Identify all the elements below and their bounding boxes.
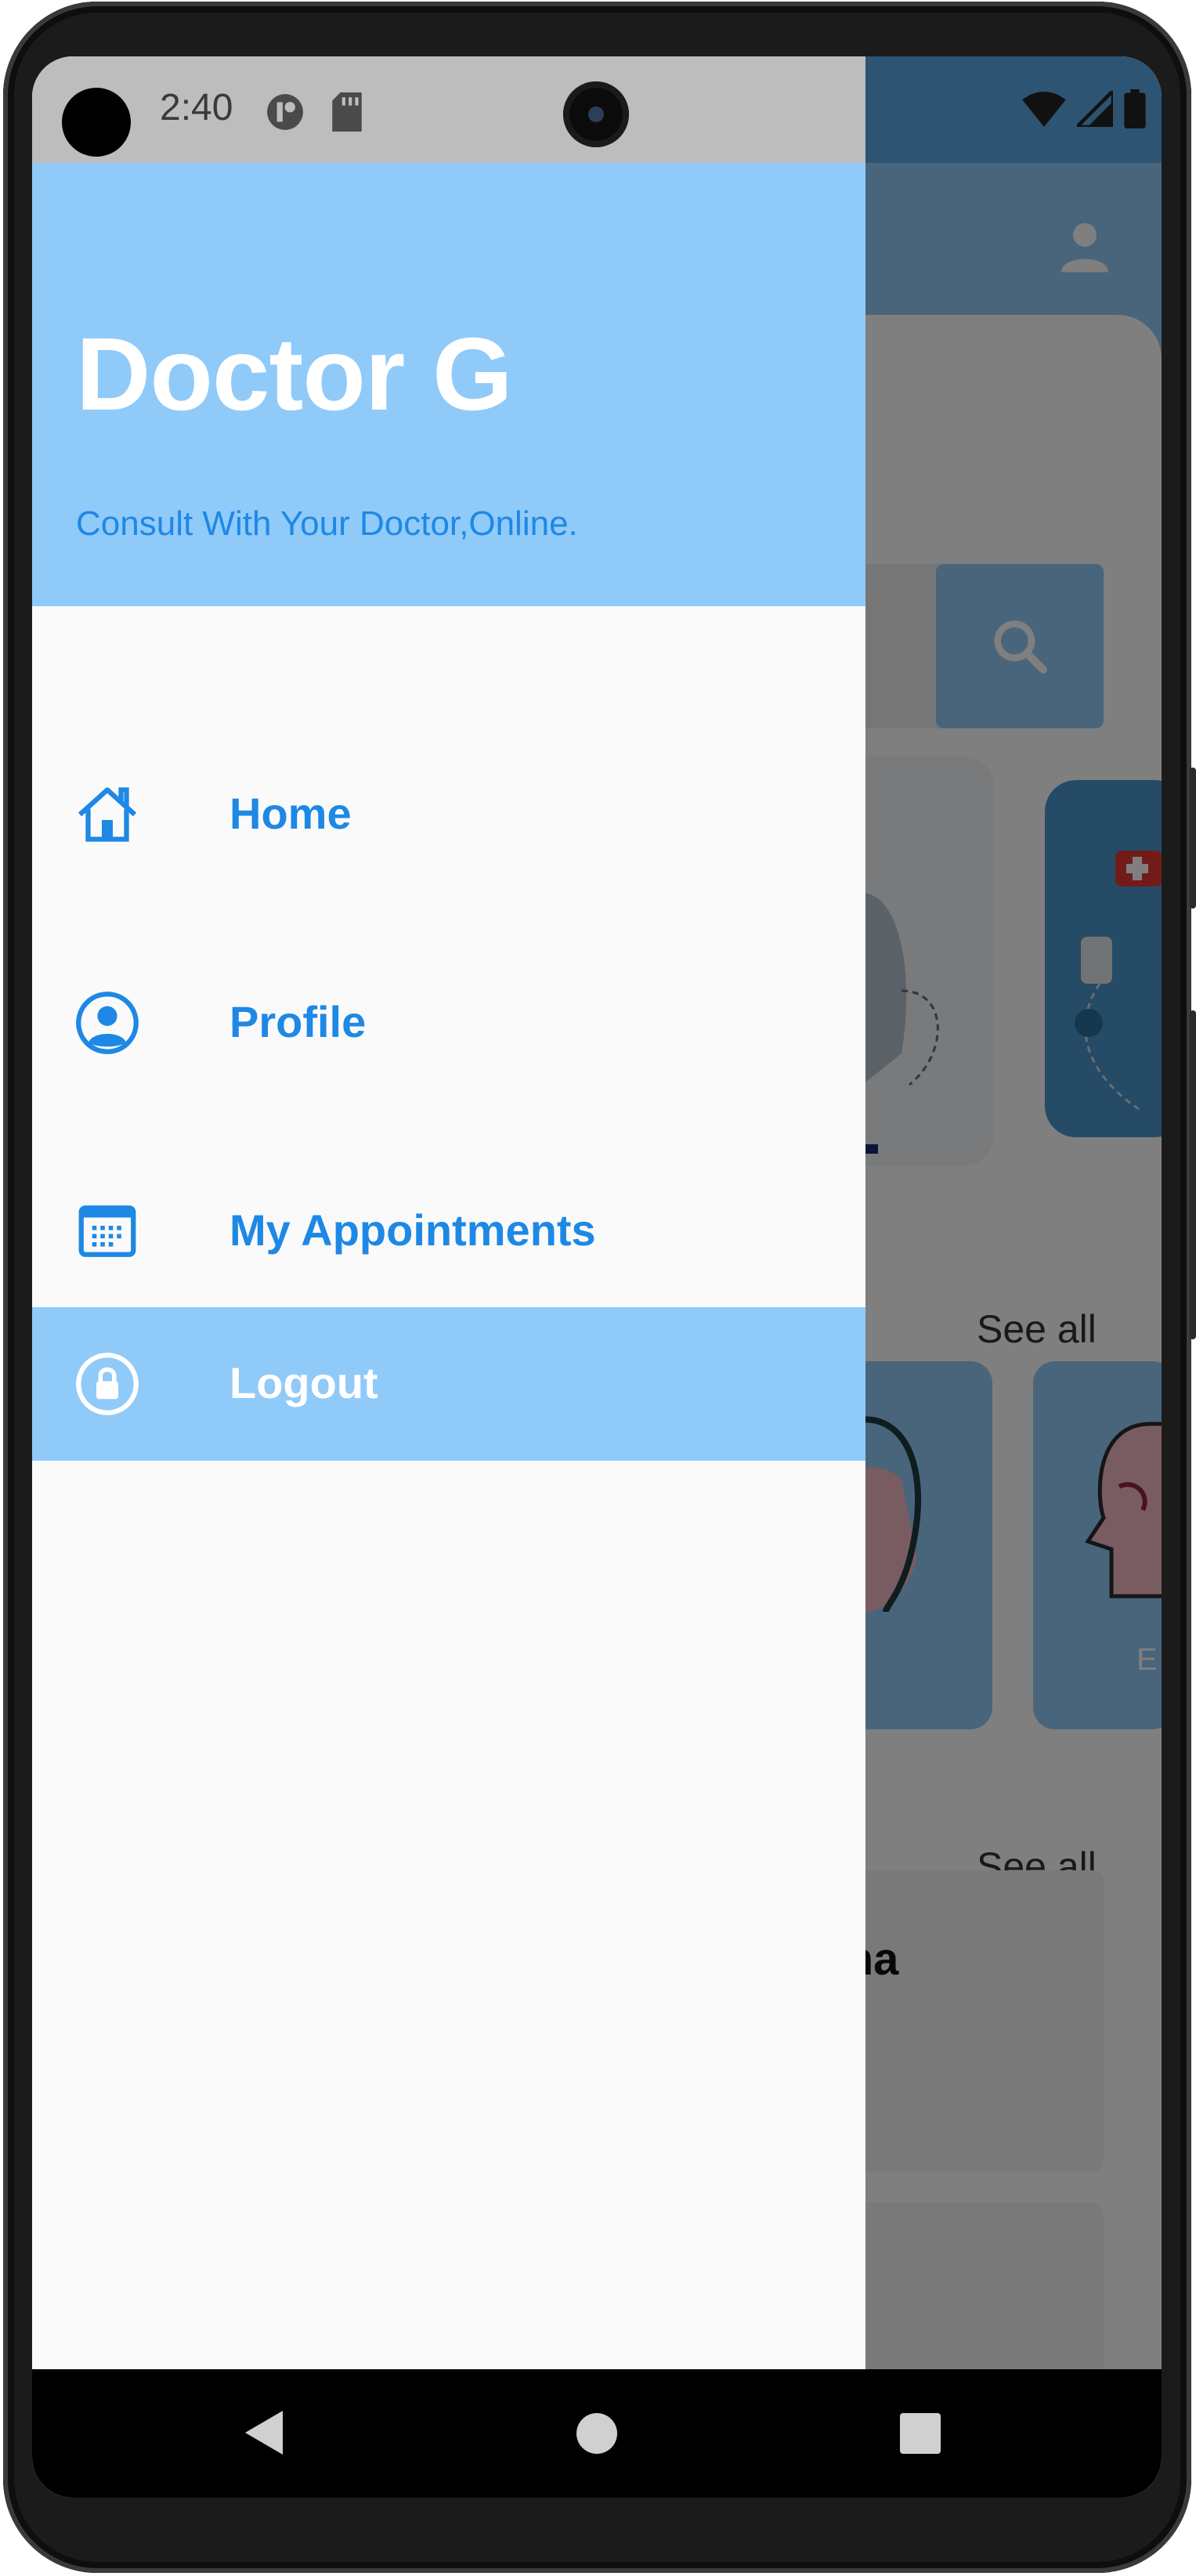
home-icon bbox=[78, 787, 137, 842]
phone-frame: See all tist E See all rma bbox=[0, 0, 1196, 2576]
cell-signal-icon bbox=[1077, 91, 1113, 127]
power-button bbox=[1190, 1010, 1196, 1339]
status-time: 2:40 bbox=[160, 87, 233, 128]
drawer-item-my-appointments[interactable]: My Appointments bbox=[32, 1154, 865, 1308]
status-bar: 2:40 bbox=[32, 56, 865, 163]
drawer-item-home[interactable]: Home bbox=[32, 738, 865, 891]
app-tagline: Consult With Your Doctor,Online. bbox=[76, 504, 578, 543]
wifi-icon bbox=[1022, 92, 1066, 127]
drawer-item-label: Home bbox=[229, 789, 352, 838]
lock-icon bbox=[76, 1353, 139, 1415]
drawer-item-logout[interactable]: Logout bbox=[32, 1307, 865, 1461]
battery-icon bbox=[1124, 89, 1146, 128]
account-circle-icon bbox=[76, 992, 139, 1054]
app-name: Doctor G bbox=[76, 316, 513, 432]
recent-apps-icon[interactable] bbox=[900, 2413, 941, 2454]
front-sensor bbox=[62, 88, 131, 157]
volume-button bbox=[1190, 768, 1196, 909]
calendar-icon bbox=[78, 1205, 136, 1257]
status-icons-right bbox=[1022, 89, 1146, 128]
navigation-drawer: 2:40 Doctor G Consult With Your Doctor,O… bbox=[32, 56, 865, 2369]
app-notification-icon bbox=[267, 94, 303, 130]
drawer-item-label: My Appointments bbox=[229, 1205, 596, 1255]
back-icon[interactable] bbox=[245, 2411, 283, 2455]
screen: See all tist E See all rma bbox=[32, 56, 1162, 2498]
drawer-item-profile[interactable]: Profile bbox=[32, 946, 865, 1100]
sd-card-icon bbox=[332, 92, 362, 132]
drawer-item-label: Profile bbox=[229, 997, 367, 1046]
front-camera bbox=[563, 81, 629, 147]
home-circle-icon[interactable] bbox=[576, 2413, 617, 2454]
system-navigation-bar bbox=[32, 2369, 1162, 2498]
drawer-item-label: Logout bbox=[229, 1358, 378, 1407]
